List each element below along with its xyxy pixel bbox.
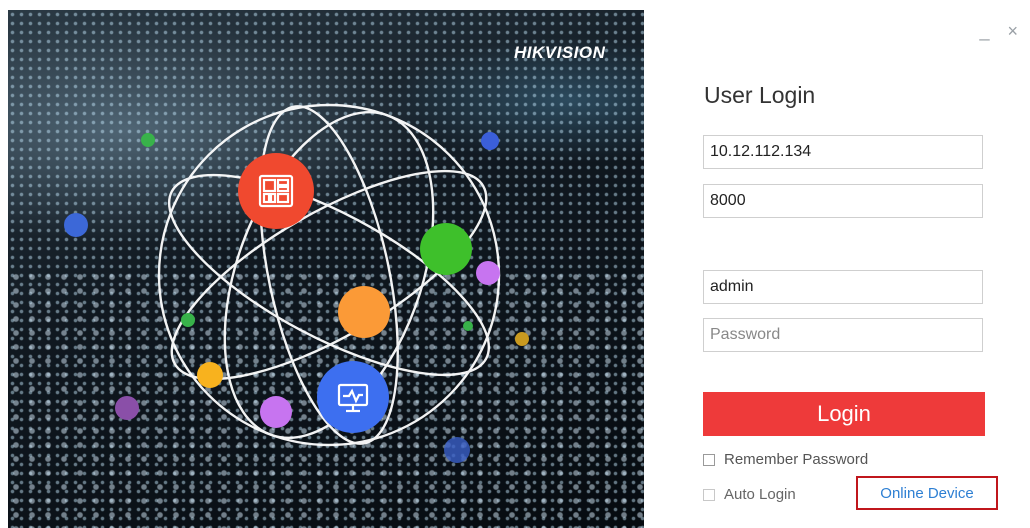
grid-layout-icon xyxy=(238,153,314,229)
server-address-input[interactable] xyxy=(703,135,983,169)
decor-dot-blue xyxy=(64,213,88,237)
network-globe-illustration xyxy=(64,103,529,463)
remember-password-box[interactable] xyxy=(703,453,715,466)
node-green xyxy=(420,223,472,275)
minimize-button[interactable]: _ xyxy=(979,22,989,40)
login-button[interactable]: Login xyxy=(703,392,985,436)
remember-password-checkbox[interactable]: Remember Password xyxy=(703,451,868,468)
decor-dot-blue-blur xyxy=(444,437,470,463)
login-panel: _ × User Login Login Remember Password A… xyxy=(644,10,1030,528)
decor-dot-gold xyxy=(515,332,529,346)
banner-image: HIKVISION xyxy=(8,10,644,528)
decor-dot-green-3 xyxy=(463,321,473,331)
node-orange xyxy=(338,286,390,338)
close-button[interactable]: × xyxy=(1007,22,1018,40)
node-yellow xyxy=(197,362,223,388)
auto-login-label: Auto Login xyxy=(724,486,796,503)
monitor-icon xyxy=(317,361,389,433)
decor-dot-blue-small xyxy=(481,132,499,150)
username-input[interactable] xyxy=(703,270,983,304)
page-title: User Login xyxy=(704,82,816,108)
window-controls: _ × xyxy=(979,22,1018,40)
remember-password-label: Remember Password xyxy=(724,451,869,468)
decor-dot-violet xyxy=(476,261,500,285)
node-violet xyxy=(260,396,292,428)
auto-login-checkbox[interactable]: Auto Login xyxy=(703,486,796,503)
online-device-link[interactable]: Online Device xyxy=(856,476,998,510)
hikvision-logo: HIKVISION xyxy=(514,43,606,62)
decor-dot-green xyxy=(141,133,155,147)
login-window: HIKVISION _ × User Login Login Remember … xyxy=(8,10,1030,528)
decor-dot-purple xyxy=(115,396,139,420)
decor-dot-green-2 xyxy=(181,313,195,327)
password-input[interactable] xyxy=(703,318,983,352)
auto-login-box[interactable] xyxy=(703,488,715,501)
port-input[interactable] xyxy=(703,184,983,218)
